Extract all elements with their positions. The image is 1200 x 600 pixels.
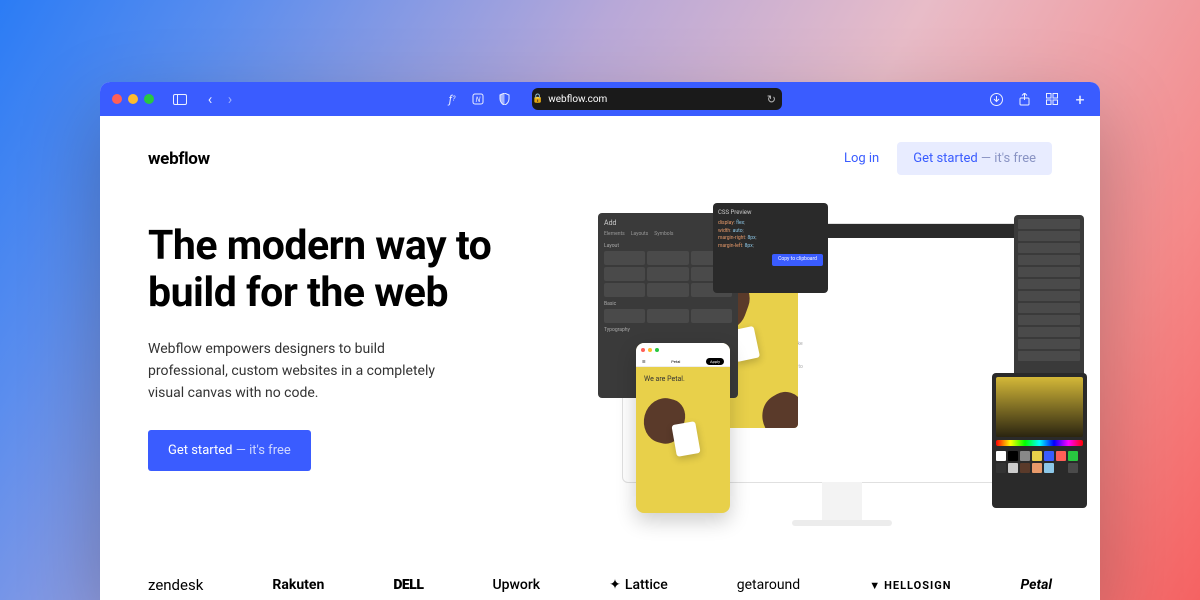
- logo-petal: Petal: [1021, 577, 1052, 593]
- top-nav: webflow Log in Get started — it's free: [148, 142, 1052, 175]
- monitor-stand: [822, 482, 862, 522]
- back-button[interactable]: ‹: [202, 91, 218, 107]
- shield-icon[interactable]: [496, 91, 512, 107]
- extension-icon-2[interactable]: N: [470, 91, 486, 107]
- forward-button[interactable]: ›: [222, 91, 238, 107]
- hero-section: The modern way to build for the web Webf…: [148, 223, 1052, 523]
- color-swatch: [1068, 463, 1078, 473]
- logo[interactable]: webflow: [148, 149, 210, 169]
- phone-apply-button: Apply: [706, 358, 724, 365]
- get-started-suffix: — it's free: [978, 151, 1036, 166]
- get-started-button-nav[interactable]: Get started — it's free: [897, 142, 1052, 175]
- get-started-label: Get started: [913, 151, 977, 166]
- color-swatch: [1032, 451, 1042, 461]
- sidebar-toggle-icon[interactable]: [172, 91, 188, 107]
- hue-slider: [996, 440, 1083, 446]
- panel-section: Basic: [604, 301, 732, 307]
- monitor-base: [792, 520, 892, 526]
- url-text: webflow.com: [548, 94, 607, 105]
- logo-rakuten: Rakuten: [272, 577, 324, 593]
- phone-brand: Petal: [671, 359, 680, 364]
- phone-heading: We are Petal.: [644, 375, 722, 383]
- minimize-window-icon[interactable]: [128, 94, 138, 104]
- browser-window: ‹ › ƒ? N 🔒 webflow.com ↻: [100, 82, 1100, 600]
- phone-body: We are Petal.: [636, 367, 730, 463]
- logo-dell: DELL: [393, 577, 423, 593]
- hero-title: The modern way to build for the web: [148, 223, 528, 317]
- logo-lattice: ✦Lattice: [609, 577, 668, 593]
- add-panel-tab: Symbols: [654, 231, 673, 237]
- cta-label: Get started: [168, 443, 232, 458]
- color-picker: [992, 373, 1087, 508]
- svg-text:N: N: [476, 96, 481, 104]
- logo-hellosign: ▼HELLOSIGN: [869, 579, 951, 592]
- logo-getaround: getaround: [737, 577, 800, 593]
- color-swatch: [1044, 451, 1054, 461]
- color-swatch: [1020, 451, 1030, 461]
- color-swatch: [996, 451, 1006, 461]
- css-preview-popup: CSS Preview display: flex;width: auto;ma…: [713, 203, 828, 293]
- phone-nav: ☰ Petal Apply: [636, 357, 730, 367]
- color-swatch: [1032, 463, 1042, 473]
- browser-chrome: ‹ › ƒ? N 🔒 webflow.com ↻: [100, 82, 1100, 116]
- cta-suffix: — it's free: [232, 443, 290, 458]
- color-swatch: [1008, 451, 1018, 461]
- color-swatch: [1008, 463, 1018, 473]
- color-swatches: [996, 451, 1083, 473]
- phone-mockup: ☰ Petal Apply We are Petal.: [636, 343, 730, 513]
- color-swatch: [1068, 451, 1078, 461]
- new-tab-icon[interactable]: +: [1072, 91, 1088, 107]
- color-gradient: [996, 377, 1083, 437]
- css-preview-title: CSS Preview: [718, 208, 823, 217]
- tabs-icon[interactable]: [1044, 91, 1060, 107]
- maximize-window-icon[interactable]: [144, 94, 154, 104]
- extension-icon-1[interactable]: ƒ?: [444, 91, 460, 107]
- hero-illustration: The Card The App The Company Apply Login…: [548, 223, 1052, 523]
- page-content: webflow Log in Get started — it's free T…: [100, 116, 1100, 600]
- color-swatch: [1056, 451, 1066, 461]
- close-window-icon[interactable]: [112, 94, 122, 104]
- lattice-icon: ✦: [609, 577, 621, 593]
- get-started-button-hero[interactable]: Get started — it's free: [148, 430, 311, 471]
- hero-left: The modern way to build for the web Webf…: [148, 223, 528, 523]
- nav-right: Log in Get started — it's free: [844, 142, 1052, 175]
- hellosign-icon: ▼: [869, 579, 881, 592]
- nav-arrows: ‹ ›: [202, 91, 238, 107]
- share-icon[interactable]: [1016, 91, 1032, 107]
- color-swatch: [1044, 463, 1054, 473]
- add-panel-tab: Layouts: [631, 231, 649, 237]
- panel-section: Typography: [604, 327, 732, 333]
- color-swatch: [996, 463, 1006, 473]
- logo-zendesk: zendesk: [148, 576, 203, 594]
- color-swatch: [1056, 463, 1066, 473]
- hero-subtitle: Webflow empowers designers to build prof…: [148, 339, 458, 404]
- refresh-icon[interactable]: ↻: [767, 93, 776, 106]
- download-icon[interactable]: [988, 91, 1004, 107]
- logos-row: zendesk Rakuten DELL Upwork ✦Lattice get…: [148, 576, 1052, 594]
- add-panel-tab: Elements: [604, 231, 625, 237]
- url-bar[interactable]: 🔒 webflow.com ↻: [532, 88, 782, 110]
- login-link[interactable]: Log in: [844, 151, 879, 166]
- lock-icon: 🔒: [532, 94, 543, 104]
- traffic-lights: [112, 94, 154, 104]
- phone-traffic-lights: [636, 343, 730, 357]
- logo-upwork: Upwork: [492, 577, 540, 593]
- color-swatch: [1020, 463, 1030, 473]
- copy-css-button: Copy to clipboard: [772, 254, 823, 266]
